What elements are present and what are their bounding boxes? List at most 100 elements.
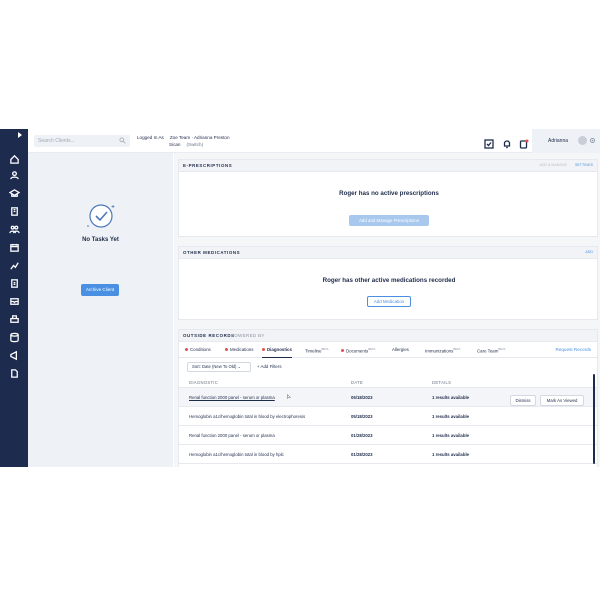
left-nav <box>0 129 28 467</box>
search-placeholder: Search Clients... <box>38 138 75 144</box>
tab-medications[interactable]: Medications <box>225 347 253 352</box>
eprescriptions-settings-link[interactable]: SETTINGS <box>575 163 593 167</box>
alert-dot-icon <box>185 347 188 351</box>
outside-records-title: OUTSIDE RECORDS <box>183 333 235 338</box>
request-records-link[interactable]: Request Records <box>556 347 592 352</box>
tab-label: Immunizations <box>425 348 454 354</box>
add-manage-prescriptions-button[interactable]: Add and Manage Prescriptions <box>349 215 429 226</box>
nav-collapse-icon[interactable] <box>18 132 22 138</box>
school-icon[interactable] <box>8 187 20 199</box>
gear-icon[interactable] <box>589 137 596 144</box>
inbox-icon[interactable] <box>8 295 20 307</box>
table-row[interactable]: Hemoglobin a1c/hemoglobin total in blood… <box>179 407 597 426</box>
eprescriptions-header: E-PRESCRIPTIONS ADD & MANAGE SETTINGS <box>179 160 597 172</box>
diagnostic-link[interactable]: Renal function 2000 panel - serum or pla… <box>189 395 275 400</box>
mark-as-viewed-button[interactable]: Mark As Viewed <box>540 395 584 406</box>
row-date: 01/28/2023 <box>351 452 373 457</box>
tab-conditions[interactable]: Conditions <box>185 347 211 352</box>
tab-label: Diagnostics <box>267 347 292 352</box>
avatar <box>578 136 587 145</box>
tab-label: Timeline <box>305 348 322 354</box>
eprescriptions-title: E-PRESCRIPTIONS <box>183 163 233 168</box>
table-row[interactable]: Renal function 2000 panel - serum or pla… <box>179 388 597 407</box>
filter-bar: Sort: Date (New To Old) ⌄ + Add Filters <box>179 358 597 376</box>
add-medication-button[interactable]: Add Medication <box>367 296 411 307</box>
powered-by-label: POWERED BY <box>231 333 265 338</box>
calendar-icon[interactable] <box>8 241 20 253</box>
cursor-icon <box>287 394 291 399</box>
logged-in-label: Logged In As <box>137 135 164 140</box>
other-medications-add-link[interactable]: ADD <box>585 250 593 254</box>
clipboard-icon[interactable] <box>8 277 20 289</box>
tab-care-team[interactable]: Care TeamBETA <box>477 347 506 353</box>
row-details: 1 results available <box>432 395 470 400</box>
messages-icon[interactable] <box>519 136 529 149</box>
records-scrollbar[interactable] <box>593 374 595 464</box>
team-icon[interactable] <box>8 223 20 235</box>
sort-select[interactable]: Sort: Date (New To Old) ⌄ <box>187 362 251 372</box>
table-row[interactable]: Renal function 2000 panel - serum or pla… <box>179 426 597 445</box>
home-icon[interactable] <box>8 153 20 165</box>
search-icon[interactable] <box>119 137 126 144</box>
tasks-panel: No Tasks Yet Archive Client <box>28 153 173 467</box>
archive-client-button[interactable]: Archive Client <box>81 284 119 296</box>
database-icon[interactable] <box>8 331 20 343</box>
dismiss-button[interactable]: Dismiss <box>510 395 536 406</box>
row-date: 05/18/2023 <box>351 395 373 400</box>
col-date: DATE <box>351 380 364 385</box>
diagnostic-name: Hemoglobin a1c/hemoglobin total in blood… <box>189 452 284 457</box>
no-tasks-label: No Tasks Yet <box>82 237 119 243</box>
eprescriptions-message: Roger has no active prescriptions <box>339 190 439 197</box>
beta-badge: BETA <box>368 347 376 351</box>
beta-badge: BETA <box>498 347 506 351</box>
top-bar: Search Clients... Logged In As Zoe Team … <box>28 129 600 153</box>
clients-icon[interactable] <box>8 169 20 181</box>
eprescriptions-manage-link[interactable]: ADD & MANAGE <box>539 163 567 167</box>
row-date: 01/28/2023 <box>351 433 373 438</box>
role-line: Sican <box>169 142 181 147</box>
tab-label: Documents <box>346 348 369 354</box>
tab-timeline[interactable]: TimelineBETA <box>305 347 329 353</box>
tab-diagnostics[interactable]: Diagnostics <box>262 347 292 358</box>
logged-in-info: Logged In As Zoe Team · Adrianna Preston… <box>137 134 230 148</box>
chevron-down-icon: ⌄ <box>237 364 242 369</box>
col-diagnostic: DIAGNOSTIC <box>189 380 219 385</box>
outside-records-header: OUTSIDE RECORDS POWERED BY <box>179 330 597 342</box>
other-medications-card: OTHER MEDICATIONS ADD Roger has other ac… <box>178 246 598 320</box>
beta-badge: BETA <box>453 347 461 351</box>
diagnostic-name: Hemoglobin a1c/hemoglobin total in blood… <box>189 414 306 419</box>
building-icon[interactable] <box>8 205 20 217</box>
beta-badge: BETA <box>321 347 329 351</box>
app-window: Search Clients... Logged In As Zoe Team … <box>0 129 600 467</box>
other-medications-header: OTHER MEDICATIONS ADD <box>179 247 597 259</box>
document-icon[interactable] <box>8 367 20 379</box>
row-details: 1 results available <box>432 452 470 457</box>
table-header: DIAGNOSTIC DATE DETAILS <box>179 376 597 388</box>
other-medications-message: Roger has other active medications recor… <box>322 277 456 284</box>
other-medications-title: OTHER MEDICATIONS <box>183 250 241 255</box>
switch-link[interactable]: (Switch) <box>187 141 204 148</box>
table-row[interactable]: Hemoglobin a1c/hemoglobin total in blood… <box>179 445 597 464</box>
chart-icon[interactable] <box>8 259 20 271</box>
alert-dot-icon <box>341 349 344 353</box>
tab-documents[interactable]: DocumentsBETA <box>341 347 375 353</box>
tab-label: Care Team <box>477 348 499 354</box>
eprescriptions-card: E-PRESCRIPTIONS ADD & MANAGE SETTINGS Ro… <box>178 159 598 237</box>
tab-allergies[interactable]: Allergies <box>392 347 409 352</box>
records-tabs: Conditions Medications Diagnostics Timel… <box>179 342 597 358</box>
megaphone-icon[interactable] <box>8 349 20 361</box>
checklist-icon[interactable] <box>484 136 494 149</box>
tab-label: Conditions <box>190 347 211 352</box>
print-icon[interactable] <box>8 313 20 325</box>
bell-icon[interactable] <box>502 136 512 149</box>
search-input[interactable]: Search Clients... <box>34 135 130 147</box>
diagnostic-name: Renal function 2000 panel - serum or pla… <box>189 433 275 438</box>
sort-label: Sort: Date (New To Old) <box>192 364 237 369</box>
col-details: DETAILS <box>432 380 452 385</box>
row-date: 05/18/2023 <box>351 414 373 419</box>
user-menu[interactable]: Adrianna <box>532 129 600 153</box>
check-circle-icon <box>87 204 115 228</box>
user-name: Adrianna <box>548 138 569 144</box>
add-filters-button[interactable]: + Add Filters <box>257 364 282 369</box>
tab-immunizations[interactable]: ImmunizationsBETA <box>425 347 460 353</box>
